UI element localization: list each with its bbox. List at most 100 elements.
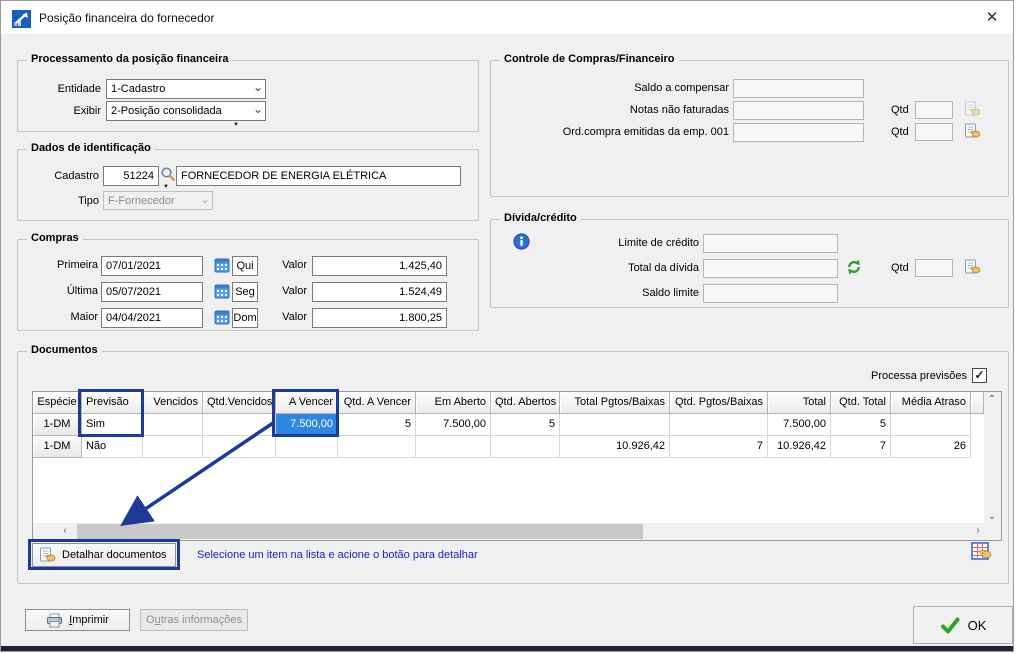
primeira-date-field[interactable]: 07/01/2021 xyxy=(101,256,203,276)
vertical-scrollbar[interactable]: ⌃ ⌄ xyxy=(984,392,1001,525)
table-cell[interactable]: 5 xyxy=(831,414,891,436)
table-cell[interactable] xyxy=(143,414,203,436)
column-header[interactable]: Vencidos xyxy=(143,392,203,414)
table-cell[interactable]: 1-DM xyxy=(33,414,82,436)
calendar-icon[interactable] xyxy=(214,257,230,273)
maior-date-field[interactable]: 04/04/2021 xyxy=(101,308,203,328)
detail-doc-hand-icon[interactable] xyxy=(964,101,981,117)
table-cell[interactable] xyxy=(143,436,203,458)
primeira-valor-field[interactable]: 1.425,40 xyxy=(312,256,447,276)
primeira-weekday: Qui xyxy=(232,256,258,276)
horizontal-scrollbar[interactable]: ‹ › xyxy=(33,523,986,540)
ord-compra-field[interactable] xyxy=(733,123,864,142)
ultima-date-field[interactable]: 05/07/2021 xyxy=(101,282,203,302)
column-header[interactable]: Total Pgtos/Baixas xyxy=(560,392,670,414)
column-header[interactable]: Qtd. A Vencer xyxy=(338,392,416,414)
column-header[interactable]: Qtd. Pgtos/Baixas xyxy=(670,392,768,414)
qtd-label: Qtd xyxy=(891,262,915,275)
column-header[interactable]: Qtd. Total xyxy=(831,392,891,414)
tipo-combobox[interactable]: F-Fornecedor ⌄ xyxy=(103,191,213,210)
column-header[interactable]: Média Atraso xyxy=(891,392,971,414)
table-cell[interactable] xyxy=(276,436,338,458)
cadastro-code-field[interactable]: 51224 xyxy=(103,166,159,186)
dropdown-small-icon[interactable]: ▼ xyxy=(233,122,239,128)
table-cell[interactable] xyxy=(416,436,491,458)
notas-nao-faturadas-field[interactable] xyxy=(733,101,864,120)
table-cell[interactable] xyxy=(203,414,276,436)
calendar-icon[interactable] xyxy=(214,309,230,325)
ord-qtd-field[interactable] xyxy=(915,123,953,141)
table-cell[interactable]: Não xyxy=(82,436,143,458)
table-cell[interactable] xyxy=(338,436,416,458)
cadastro-name-field[interactable]: FORNECEDOR DE ENERGIA ELÉTRICA xyxy=(176,166,461,186)
entidade-combobox[interactable]: 1-Cadastro ⌄ xyxy=(106,79,266,99)
table-cell[interactable]: 5 xyxy=(491,414,560,436)
table-cell[interactable]: 26 xyxy=(891,436,971,458)
exibir-combobox[interactable]: 2-Posição consolidada ⌄ xyxy=(106,101,266,121)
column-header[interactable]: Qtd. Abertos xyxy=(491,392,560,414)
cadastro-name: FORNECEDOR DE ENERGIA ELÉTRICA xyxy=(181,170,386,182)
qtd-label: Qtd xyxy=(891,126,915,139)
detalhar-documentos-button[interactable]: Detalhar documentos xyxy=(32,543,176,567)
primeira-label: Primeira xyxy=(21,259,98,272)
tipo-label: Tipo xyxy=(21,195,99,208)
saldo-limite-field[interactable] xyxy=(703,284,838,303)
notas-nao-faturadas-label: Notas não faturadas xyxy=(501,104,729,117)
column-header[interactable]: Previsão xyxy=(82,392,143,414)
table-cell[interactable]: 7.500,00 xyxy=(768,414,831,436)
table-cell[interactable] xyxy=(491,436,560,458)
ok-button[interactable]: OK xyxy=(913,606,1013,644)
date-value: 05/07/2021 xyxy=(106,286,161,298)
detail-doc-hand-icon[interactable] xyxy=(964,123,981,139)
close-button[interactable]: ✕ xyxy=(977,6,1007,30)
detail-doc-hand-icon[interactable] xyxy=(964,259,981,275)
table-cell[interactable]: 1-DM xyxy=(33,436,82,458)
column-header[interactable]: Em Aberto xyxy=(416,392,491,414)
exibir-value: 2-Posição consolidada xyxy=(111,105,222,117)
calendar-icon[interactable] xyxy=(214,283,230,299)
ok-label: OK xyxy=(968,618,987,633)
table-cell[interactable]: 7 xyxy=(831,436,891,458)
table-cell[interactable]: 10.926,42 xyxy=(560,436,670,458)
scrollbar-corner xyxy=(984,523,1001,540)
column-header[interactable]: Total xyxy=(768,392,831,414)
table-cell[interactable]: 7 xyxy=(670,436,768,458)
maior-weekday: Dom xyxy=(232,308,258,328)
table-cell[interactable]: 5 xyxy=(338,414,416,436)
limite-credito-field[interactable] xyxy=(703,234,838,253)
table-cell[interactable]: 7.500,00 xyxy=(276,414,338,436)
processa-previsoes-checkbox[interactable]: ✓ xyxy=(972,368,987,383)
imprimir-label: Imprimir xyxy=(69,614,109,626)
column-header[interactable]: A Vencer xyxy=(276,392,338,414)
scrollbar-thumb[interactable] xyxy=(77,524,643,539)
table-cell[interactable] xyxy=(560,414,670,436)
dropdown-small-icon[interactable]: ▼ xyxy=(163,184,169,190)
table-cell[interactable]: 10.926,42 xyxy=(768,436,831,458)
ultima-valor-field[interactable]: 1.524,49 xyxy=(312,282,447,302)
notas-qtd-field[interactable] xyxy=(915,101,953,119)
refresh-icon[interactable] xyxy=(845,258,863,276)
divida-qtd-field[interactable] xyxy=(915,259,953,277)
outras-informacoes-label: Outras informações xyxy=(146,614,242,626)
total-divida-field[interactable] xyxy=(703,259,838,278)
table-cell[interactable]: 7.500,00 xyxy=(416,414,491,436)
maior-valor-field[interactable]: 1.800,25 xyxy=(312,308,447,328)
table-cell[interactable] xyxy=(203,436,276,458)
imprimir-button[interactable]: Imprimir xyxy=(25,609,130,631)
table-cell[interactable] xyxy=(891,414,971,436)
ord-compra-label: Ord.compra emitidas da emp. 001 xyxy=(490,126,729,139)
grid-export-hand-icon[interactable] xyxy=(971,541,992,562)
search-icon[interactable] xyxy=(160,166,176,182)
table-cell[interactable] xyxy=(670,414,768,436)
table-cell[interactable]: Sim xyxy=(82,414,143,436)
check-icon xyxy=(940,617,960,634)
column-header-stub xyxy=(971,392,984,414)
saldo-compensar-field[interactable] xyxy=(733,79,864,98)
column-header[interactable]: Qtd.Vencidos xyxy=(203,392,276,414)
column-header[interactable]: Espécie xyxy=(33,392,82,414)
limite-credito-label: Limite de crédito xyxy=(561,237,699,250)
scroll-left-icon[interactable]: ‹ xyxy=(57,523,73,539)
scroll-up-icon[interactable]: ⌃ xyxy=(984,392,1000,408)
outras-informacoes-button[interactable]: Outras informações xyxy=(140,609,248,631)
entidade-value: 1-Cadastro xyxy=(111,83,165,95)
